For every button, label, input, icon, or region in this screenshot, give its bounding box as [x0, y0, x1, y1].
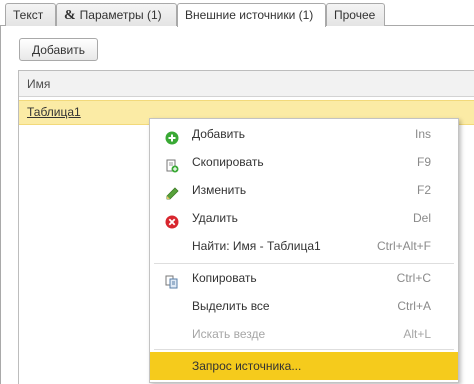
copy-row-icon — [165, 155, 179, 173]
menu-item-shortcut: F9 — [416, 155, 431, 169]
menu-item-label: Копировать — [192, 271, 257, 285]
tab-label: Прочее — [334, 8, 376, 22]
menu-item-label: Изменить — [192, 183, 247, 197]
parameters-icon: & — [64, 8, 76, 23]
add-icon — [165, 127, 179, 145]
menu-item-source-query[interactable]: Запрос источника... — [150, 352, 458, 380]
tab-bar: Текст & Параметры (1) Внешние источники (… — [0, 0, 474, 27]
delete-icon — [165, 211, 179, 229]
menu-item-select-all[interactable]: Выделить все Ctrl+A — [150, 292, 458, 320]
menu-item-label: Выделить все — [192, 299, 270, 313]
table-cell-name-link[interactable]: Таблица1 — [27, 105, 81, 119]
tab-label: Внешние источники (1) — [185, 8, 314, 22]
menu-item-delete[interactable]: Удалить Del — [150, 204, 458, 232]
menu-separator — [154, 349, 454, 350]
context-menu: Добавить Ins Скопировать F9 Изменить F2 … — [149, 118, 459, 383]
tab-text[interactable]: Текст — [5, 3, 56, 26]
menu-item-copy-row[interactable]: Скопировать F9 — [150, 148, 458, 176]
tab-label: Текст — [13, 8, 44, 22]
menu-item-shortcut: Ctrl+A — [397, 299, 431, 313]
menu-item-find[interactable]: Найти: Имя - Таблица1 Ctrl+Alt+F — [150, 232, 458, 260]
menu-item-shortcut: F2 — [416, 183, 431, 197]
tab-external-sources[interactable]: Внешние источники (1) — [177, 3, 326, 27]
pencil-icon — [165, 183, 179, 200]
menu-item-add[interactable]: Добавить Ins — [150, 120, 458, 148]
menu-item-edit[interactable]: Изменить F2 — [150, 176, 458, 204]
tab-label: Параметры (1) — [79, 8, 162, 22]
menu-item-label: Скопировать — [192, 155, 264, 169]
menu-item-shortcut: Ctrl+Alt+F — [376, 239, 431, 253]
column-header-label: Имя — [27, 77, 51, 91]
menu-item-shortcut: Ctrl+C — [396, 271, 431, 285]
tab-other[interactable]: Прочее — [326, 3, 385, 26]
add-button[interactable]: Добавить — [19, 38, 98, 61]
menu-item-shortcut: Del — [412, 211, 431, 225]
menu-item-shortcut: Ins — [414, 127, 431, 141]
menu-item-label: Найти: Имя - Таблица1 — [192, 239, 321, 253]
menu-item-label: Удалить — [192, 211, 238, 225]
menu-item-label: Добавить — [192, 127, 246, 141]
menu-item-copy[interactable]: Копировать Ctrl+C — [150, 264, 458, 292]
tab-parameters[interactable]: & Параметры (1) — [56, 3, 177, 26]
clipboard-copy-icon — [165, 271, 179, 289]
menu-item-search-everywhere: Искать везде Alt+L — [150, 320, 458, 348]
menu-item-shortcut: Alt+L — [403, 327, 431, 341]
menu-item-label: Запрос источника... — [192, 359, 302, 373]
column-header-name[interactable]: Имя — [19, 71, 474, 97]
menu-item-label: Искать везде — [192, 327, 266, 341]
